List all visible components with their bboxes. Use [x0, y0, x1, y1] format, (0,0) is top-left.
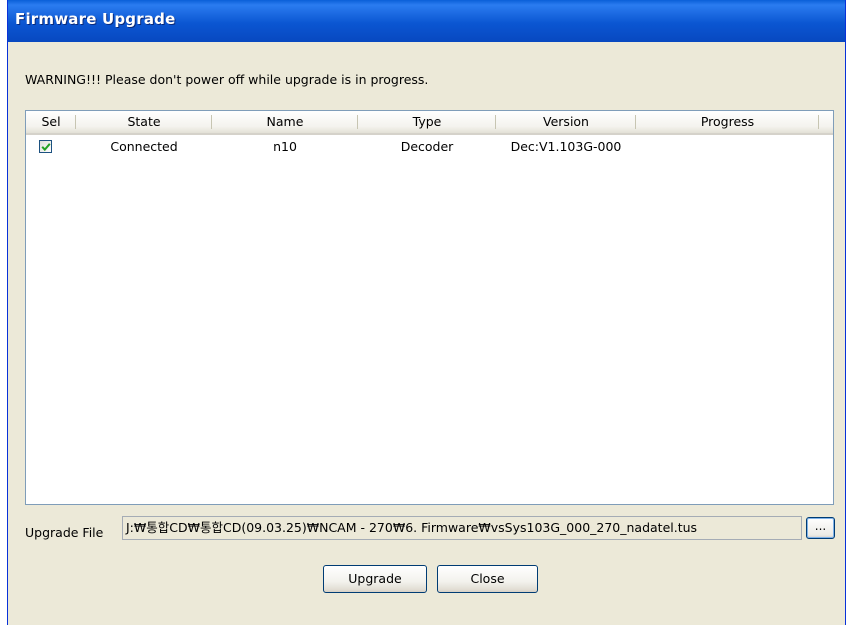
column-header-state[interactable]: State	[76, 111, 212, 133]
upgrade-button[interactable]: Upgrade	[323, 565, 427, 593]
upgrade-file-path-field[interactable]: J:₩통합CD₩통합CD(09.03.25)₩NCAM - 270₩6. Fir…	[122, 516, 802, 540]
column-header-sel[interactable]: Sel	[26, 111, 76, 133]
checkmark-icon	[41, 142, 51, 151]
column-header-progress[interactable]: Progress	[636, 111, 819, 133]
device-select-checkbox[interactable]	[39, 139, 52, 153]
upgrade-file-label: Upgrade File	[25, 525, 104, 540]
device-version: Dec:V1.103G-000	[510, 138, 622, 154]
column-header-version[interactable]: Version	[496, 111, 636, 133]
device-row-sel-cell	[26, 139, 76, 153]
device-row[interactable]: Connected n10 Decoder Dec:V1.103G-000	[26, 135, 833, 157]
warning-message: WARNING!!! Please don't power off while …	[25, 72, 429, 87]
firmware-upgrade-window: Firmware Upgrade WARNING!!! Please don't…	[7, 0, 846, 625]
column-header-name[interactable]: Name	[212, 111, 358, 133]
device-type: Decoder	[400, 138, 454, 154]
browse-button[interactable]: ...	[806, 517, 835, 539]
device-list: Sel State Name Type Version Progress Con…	[25, 110, 834, 505]
device-list-header: Sel State Name Type Version Progress	[26, 111, 833, 135]
device-state: Connected	[110, 138, 178, 154]
title-bar[interactable]: Firmware Upgrade	[8, 0, 845, 42]
device-name: n10	[273, 138, 297, 154]
column-header-type[interactable]: Type	[358, 111, 496, 133]
close-button[interactable]: Close	[437, 565, 538, 593]
window-title: Firmware Upgrade	[15, 10, 176, 28]
